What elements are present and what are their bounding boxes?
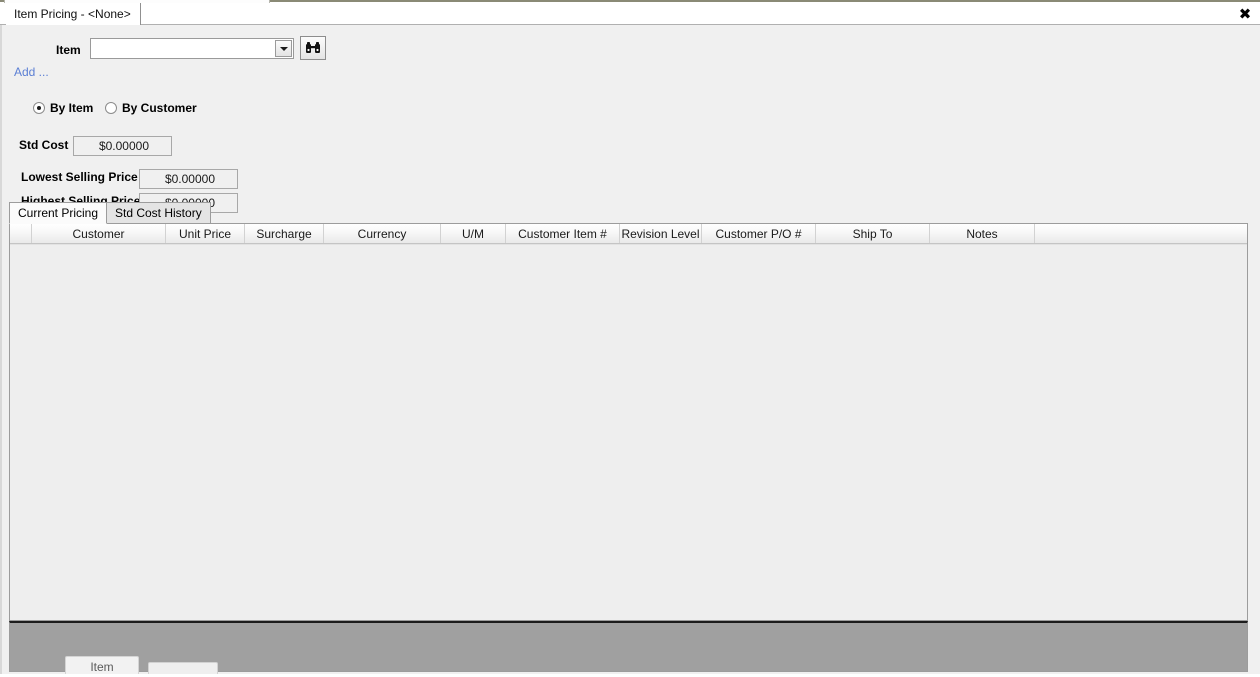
grid-column-header[interactable]: Revision Level	[620, 224, 702, 243]
grid-column-header[interactable]: Customer Item #	[506, 224, 620, 243]
lowest-selling-price-label: Lowest Selling Price	[21, 170, 138, 184]
add-link[interactable]: Add ...	[14, 65, 49, 79]
close-icon[interactable]: ✖	[1236, 5, 1254, 23]
inner-tab-strip: Std Cost History Current Pricing	[9, 202, 1248, 224]
grid-column-header[interactable]: Surcharge	[245, 224, 324, 243]
radio-by-customer[interactable]: By Customer	[105, 101, 197, 115]
tab-std-cost-history[interactable]: Std Cost History	[106, 202, 211, 224]
add-item-button-label: Item	[90, 660, 114, 674]
tab-current-pricing[interactable]: Current Pricing	[9, 202, 108, 224]
item-dropdown-button[interactable]	[275, 40, 292, 57]
pricing-grid: Customer Unit Price Surcharge Currency U/M Cu…	[9, 223, 1248, 621]
window-left-frame	[0, 25, 2, 677]
item-label: Item	[56, 43, 81, 57]
radio-by-customer-label: By Customer	[122, 101, 197, 115]
grid-column-header[interactable]: Customer	[32, 224, 166, 243]
document-tab-bar: Item Pricing - <None> ✖	[0, 3, 1260, 25]
grid-top-rule	[10, 244, 1247, 245]
item-combobox[interactable]	[90, 38, 294, 59]
document-tab-item-pricing[interactable]: Item Pricing - <None>	[6, 3, 141, 25]
std-cost-label: Std Cost	[19, 138, 69, 152]
tab-current-pricing-label: Current Pricing	[18, 206, 99, 220]
radio-by-item-label: By Item	[50, 101, 94, 115]
radio-by-item-indicator	[33, 102, 45, 114]
grid-header-row: Customer Unit Price Surcharge Currency U/M Cu…	[10, 224, 1247, 244]
radio-by-customer-indicator	[105, 102, 117, 114]
document-tab-label: Item Pricing - <None>	[14, 7, 131, 21]
grid-column-header-blank[interactable]	[10, 224, 32, 243]
binoculars-icon	[306, 42, 320, 53]
grid-column-header[interactable]: U/M	[441, 224, 506, 243]
radio-by-item[interactable]: By Item	[33, 101, 93, 115]
item-find-button[interactable]	[300, 36, 326, 60]
chevron-down-icon	[279, 46, 288, 51]
item-pricing-window: Item Pricing - <None> ✖ Item By Item By …	[0, 0, 1260, 677]
main-panel: Item By Item By Customer Std Cost $0.000…	[0, 25, 1260, 677]
std-cost-value: $0.00000	[73, 136, 172, 156]
grid-body[interactable]	[10, 244, 1247, 620]
grid-column-header[interactable]: Ship To	[816, 224, 930, 243]
lowest-selling-price-value: $0.00000	[139, 169, 238, 189]
grid-column-header-blank[interactable]	[1035, 224, 1247, 243]
grid-column-header[interactable]: Customer P/O #	[702, 224, 816, 243]
grid-column-header[interactable]: Currency	[324, 224, 441, 243]
grid-column-header[interactable]: Unit Price	[166, 224, 245, 243]
grid-column-header[interactable]: Notes	[930, 224, 1035, 243]
tab-std-cost-history-label: Std Cost History	[115, 206, 202, 220]
